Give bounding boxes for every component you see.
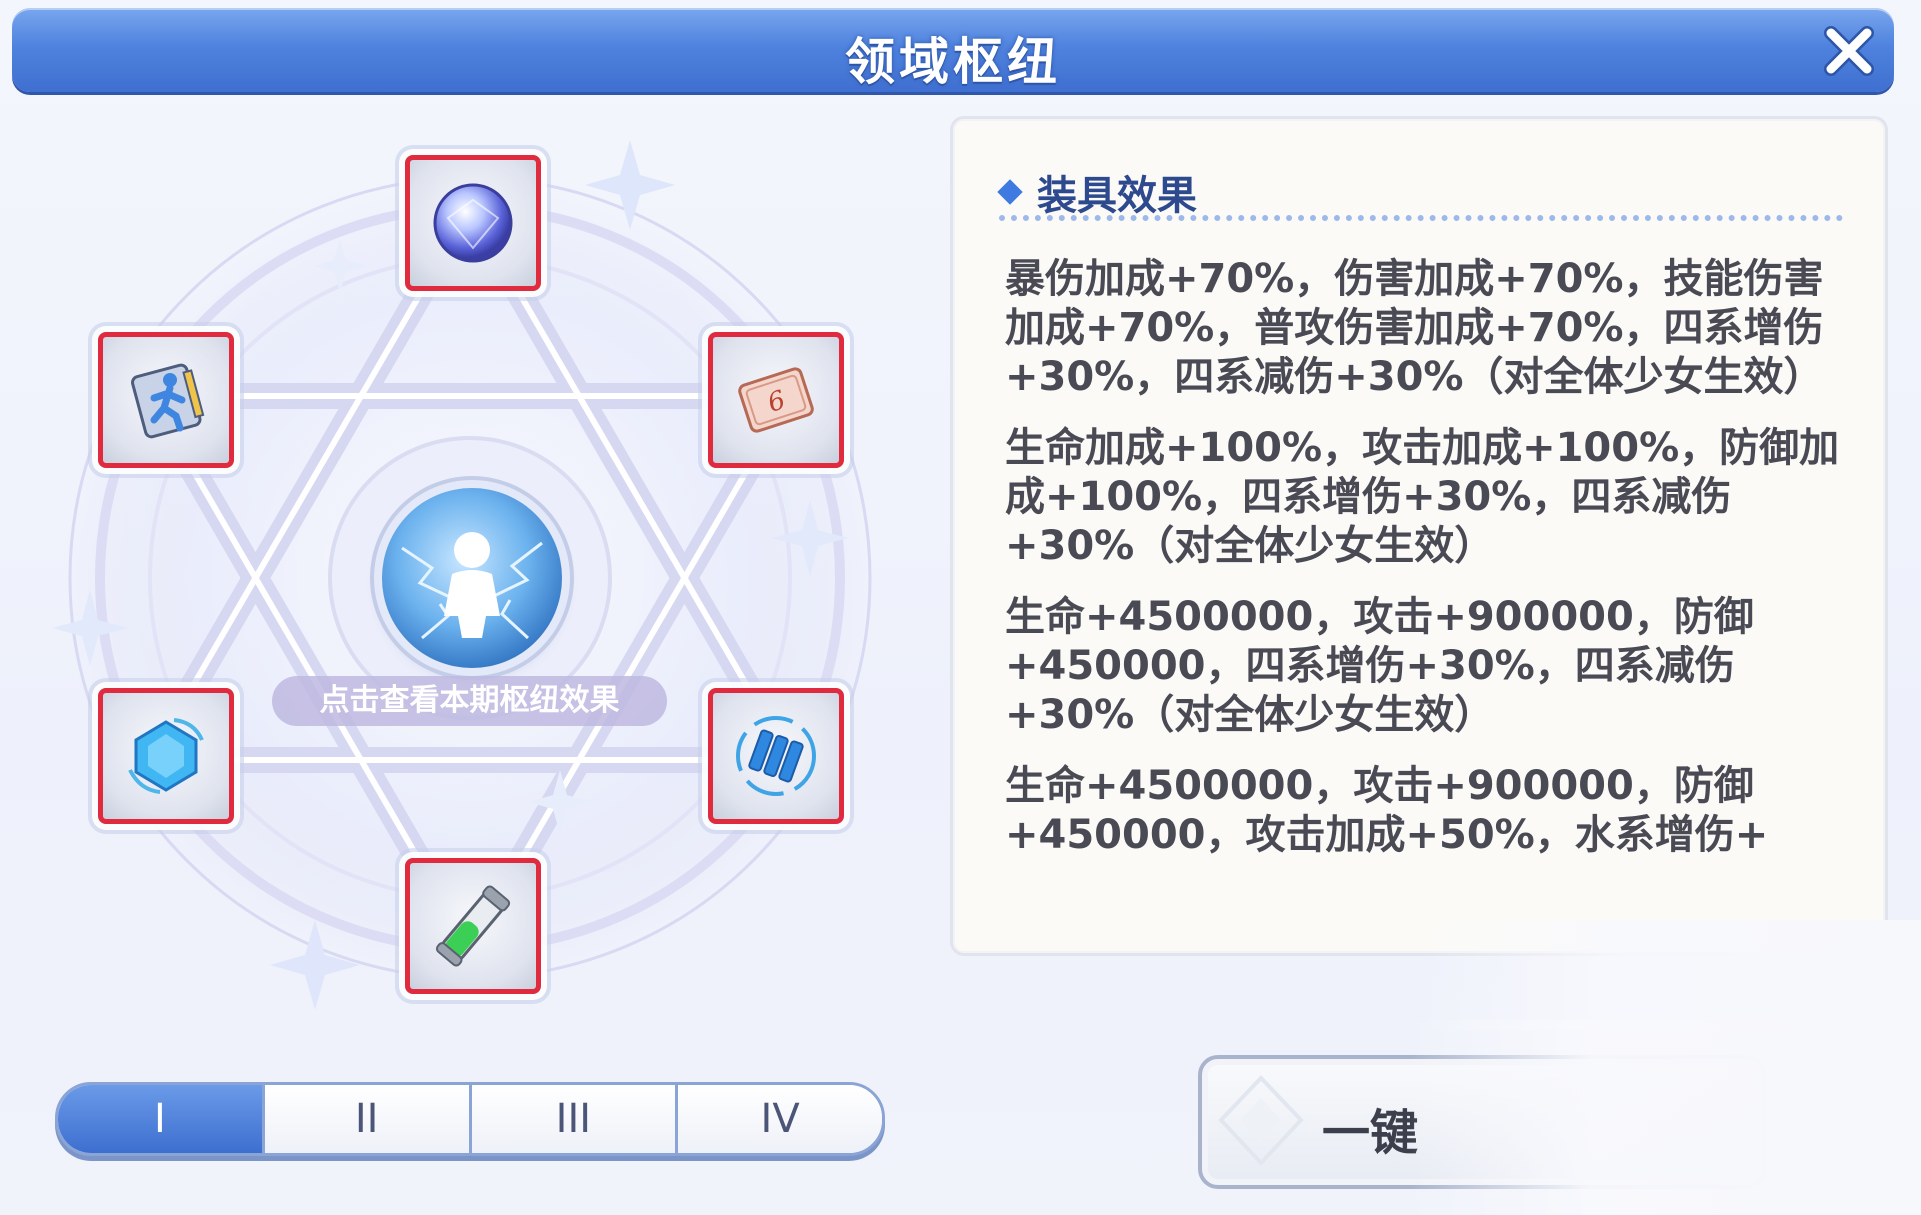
- window-title: 领域枢纽: [845, 33, 1061, 91]
- effect-item: 暴伤加成+70%，伤害加成+70%，技能伤害加成+70%，普攻伤害加成+70%，…: [1005, 256, 1824, 400]
- dice-card-icon: 6: [738, 367, 814, 433]
- water-gem-icon: [128, 718, 204, 794]
- tab-iv[interactable]: IV: [675, 1085, 882, 1153]
- tab-iii[interactable]: III: [468, 1085, 676, 1153]
- slot-upper-right[interactable]: 6: [708, 332, 844, 468]
- fade-overlay: [1410, 1020, 1921, 1215]
- diamond-bullet-icon: [997, 179, 1023, 205]
- lightning-figure-icon: [401, 532, 543, 640]
- water-battery-icon: [736, 716, 816, 796]
- center-caption-button[interactable]: 点击查看本期枢纽效果: [272, 676, 667, 726]
- diamond-pattern-icon: [1218, 1075, 1304, 1166]
- crystal-orb-icon: [433, 183, 513, 263]
- tier-tabs: I II III IV: [55, 1082, 885, 1156]
- onekey-label: 一键: [1322, 1105, 1419, 1161]
- effects-header: 装具效果: [997, 163, 1197, 221]
- tab-i[interactable]: I: [58, 1085, 262, 1153]
- tab-ii[interactable]: II: [261, 1085, 469, 1153]
- effect-item: 生命+4500000，攻击+900000，防御+450000，四系增伤+30%，…: [1005, 594, 1754, 738]
- effect-item: 生命加成+100%，攻击加成+100%，防御加成+100%，四系增伤+30%，四…: [1005, 425, 1840, 569]
- fade-overlay-top: [1420, 920, 1921, 1030]
- hub-circle: 6 点击查看本期枢纽效果: [50, 120, 890, 1020]
- slot-lower-left[interactable]: [98, 688, 234, 824]
- close-button[interactable]: [1818, 20, 1880, 82]
- title-bar: 领域枢纽: [12, 8, 1894, 92]
- hub-window: 领域枢纽 6 点击查看本期枢纽效果 I II III IV 装具效果 暴伤加成+…: [0, 0, 1921, 1215]
- slot-upper-left[interactable]: [98, 332, 234, 468]
- close-icon: [1824, 26, 1874, 76]
- header-divider: [999, 215, 1843, 221]
- effects-title: 装具效果: [1037, 173, 1197, 219]
- effects-list[interactable]: 暴伤加成+70%，伤害加成+70%，技能伤害加成+70%，普攻伤害加成+70%，…: [1005, 255, 1845, 935]
- slot-lower-right[interactable]: [708, 688, 844, 824]
- equipment-effects-panel: 装具效果 暴伤加成+70%，伤害加成+70%，技能伤害加成+70%，普攻伤害加成…: [950, 116, 1888, 956]
- center-orb[interactable]: [382, 488, 562, 668]
- effect-item: 生命+4500000，攻击+900000，防御+450000，攻击加成+50%，…: [1005, 763, 1769, 858]
- runner-book-icon: [131, 363, 205, 439]
- slot-top[interactable]: [405, 155, 541, 291]
- green-vial-icon: [435, 885, 511, 967]
- slot-bottom[interactable]: [405, 858, 541, 994]
